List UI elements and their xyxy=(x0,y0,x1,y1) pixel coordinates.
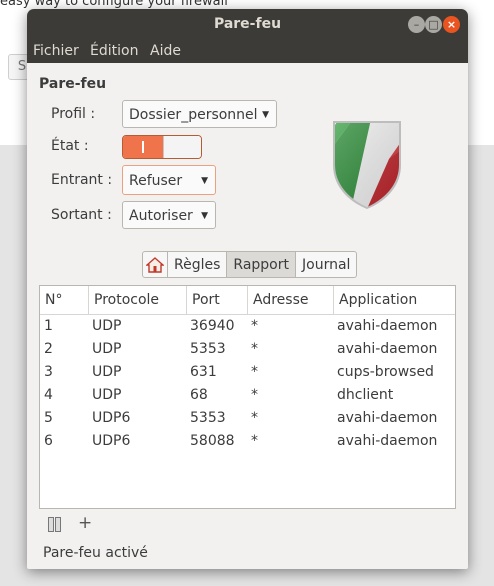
firewall-window: Pare-feu – □ × Fichier Édition Aide Pare… xyxy=(27,9,468,569)
cell-protocol: UDP xyxy=(92,387,122,403)
home-icon xyxy=(145,257,165,273)
cell-number: 4 xyxy=(44,387,53,403)
table-row[interactable]: 4 UDP 68 * dhclient xyxy=(40,384,455,407)
outgoing-combo[interactable]: Autoriser ▼ xyxy=(122,201,216,229)
table-row[interactable]: 5 UDP6 5353 * avahi-daemon xyxy=(40,407,455,430)
cell-protocol: UDP6 xyxy=(92,410,131,426)
cell-port: 631 xyxy=(190,364,217,380)
cell-address: * xyxy=(251,318,258,334)
tab-rapport[interactable]: Rapport xyxy=(227,251,296,278)
cell-protocol: UDP6 xyxy=(92,433,131,449)
table-header: N° Protocole Port Adresse Application xyxy=(40,286,455,315)
cell-protocol: UDP xyxy=(92,364,122,380)
state-label: État : xyxy=(51,138,89,154)
pause-icon xyxy=(48,517,54,532)
cell-number: 2 xyxy=(44,341,53,357)
menu-aide[interactable]: Aide xyxy=(150,43,181,59)
cell-application: avahi-daemon xyxy=(337,341,438,357)
column-header-address[interactable]: Adresse xyxy=(248,286,334,314)
status-text: Pare-feu activé xyxy=(43,545,148,561)
menu-fichier[interactable]: Fichier xyxy=(33,43,79,59)
switch-on-icon xyxy=(142,141,144,153)
cell-number: 5 xyxy=(44,410,53,426)
maximize-button[interactable]: □ xyxy=(425,16,442,33)
cell-address: * xyxy=(251,433,258,449)
cell-port: 5353 xyxy=(190,410,226,426)
cell-application: dhclient xyxy=(337,387,394,403)
tab-home[interactable] xyxy=(142,251,168,278)
column-header-application[interactable]: Application xyxy=(334,286,455,314)
window-title: Pare-feu xyxy=(213,16,282,32)
cell-protocol: UDP xyxy=(92,318,122,334)
table-row[interactable]: 1 UDP 36940 * avahi-daemon xyxy=(40,315,455,338)
report-table: N° Protocole Port Adresse Application 1 U… xyxy=(39,285,456,509)
background-app-text: easy way to configure your firewall xyxy=(0,0,228,9)
table-row[interactable]: 6 UDP6 58088 * avahi-daemon xyxy=(40,430,455,453)
minimize-button[interactable]: – xyxy=(408,16,425,33)
profile-value: Dossier_personnel xyxy=(129,107,258,123)
chevron-down-icon: ▼ xyxy=(262,110,269,120)
shield-icon xyxy=(333,121,401,209)
tab-regles[interactable]: Règles xyxy=(168,251,228,278)
outgoing-value: Autoriser xyxy=(129,208,193,224)
menu-edition[interactable]: Édition xyxy=(90,43,138,59)
window-titlebar[interactable]: Pare-feu xyxy=(27,9,468,40)
outgoing-label: Sortant : xyxy=(51,207,112,223)
column-header-number[interactable]: N° xyxy=(40,286,89,314)
cell-application: avahi-daemon xyxy=(337,318,438,334)
cell-port: 5353 xyxy=(190,341,226,357)
cell-port: 68 xyxy=(190,387,208,403)
pause-icon-bar xyxy=(55,517,61,532)
table-row[interactable]: 2 UDP 5353 * avahi-daemon xyxy=(40,338,455,361)
switch-on-area xyxy=(123,136,163,158)
cell-number: 3 xyxy=(44,364,53,380)
cell-protocol: UDP xyxy=(92,341,122,357)
cell-port: 36940 xyxy=(190,318,235,334)
profile-label: Profil : xyxy=(51,106,96,122)
pause-button[interactable] xyxy=(48,517,62,532)
incoming-value: Refuser xyxy=(129,173,183,189)
tab-journal[interactable]: Journal xyxy=(296,251,358,278)
column-header-protocol[interactable]: Protocole xyxy=(89,286,187,314)
chevron-down-icon: ▼ xyxy=(201,176,208,186)
cell-address: * xyxy=(251,364,258,380)
column-header-port[interactable]: Port xyxy=(187,286,248,314)
incoming-label: Entrant : xyxy=(51,172,113,188)
add-button[interactable]: + xyxy=(78,513,92,533)
cell-address: * xyxy=(251,387,258,403)
cell-address: * xyxy=(251,341,258,357)
cell-number: 1 xyxy=(44,318,53,334)
cell-address: * xyxy=(251,410,258,426)
cell-application: cups-browsed xyxy=(337,364,434,380)
profile-combo[interactable]: Dossier_personnel ▼ xyxy=(122,100,277,128)
menubar: Fichier Édition Aide xyxy=(27,40,468,63)
cell-number: 6 xyxy=(44,433,53,449)
switch-knob xyxy=(163,136,201,158)
state-switch[interactable] xyxy=(122,135,202,159)
cell-port: 58088 xyxy=(190,433,235,449)
incoming-combo[interactable]: Refuser ▼ xyxy=(122,165,216,195)
cell-application: avahi-daemon xyxy=(337,410,438,426)
section-title: Pare-feu xyxy=(39,76,107,92)
view-tabs: Règles Rapport Journal xyxy=(142,251,358,278)
close-button[interactable]: × xyxy=(443,16,460,33)
chevron-down-icon: ▼ xyxy=(201,211,208,221)
table-row[interactable]: 3 UDP 631 * cups-browsed xyxy=(40,361,455,384)
cell-application: avahi-daemon xyxy=(337,433,438,449)
